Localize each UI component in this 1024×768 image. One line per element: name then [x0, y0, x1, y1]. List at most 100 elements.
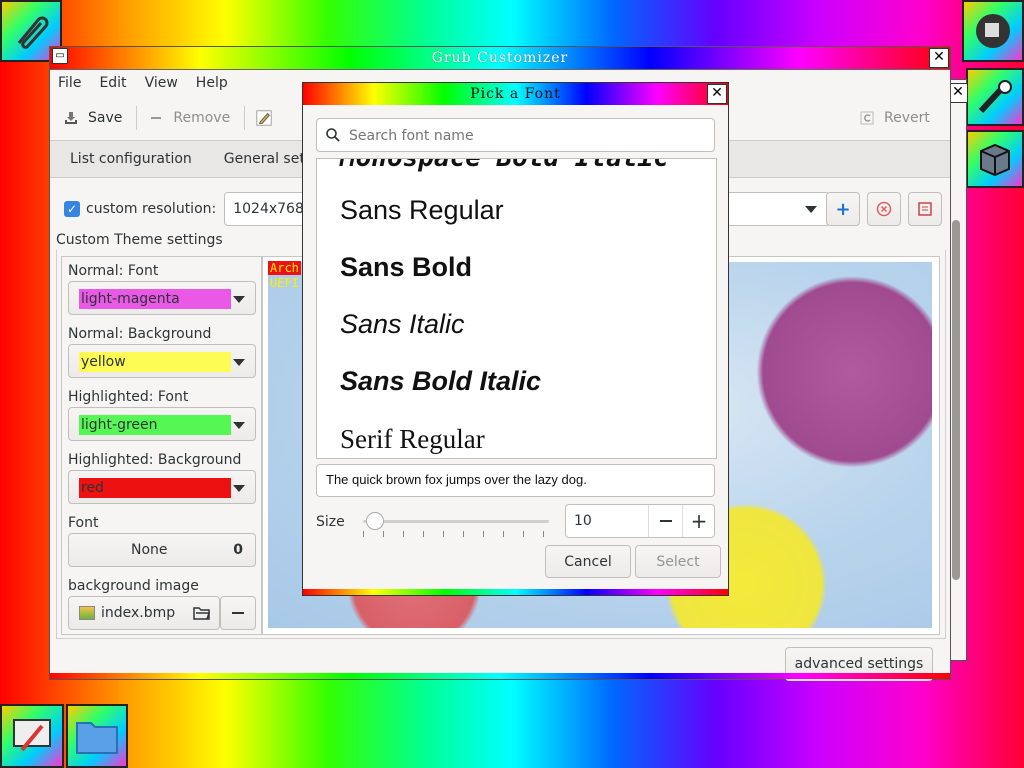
resolution-value: 1024x768 [233, 201, 304, 217]
remove-file-button[interactable] [908, 192, 942, 226]
font-button-value: None [131, 542, 168, 558]
highlighted-background-label: Highlighted: Background [68, 452, 242, 468]
font-preview-text: The quick brown fox jumps over the lazy … [326, 472, 587, 487]
font-button[interactable]: None 0 [68, 533, 256, 567]
size-value: 10 [574, 513, 592, 529]
paperclip-icon [17, 16, 49, 49]
theme-settings-panel: Normal: Font light-magenta Normal: Backg… [61, 256, 262, 635]
tab-list-configuration[interactable]: List configuration [70, 151, 192, 167]
minus-icon [232, 612, 244, 614]
font-item-sans-italic[interactable]: Sans Italic [340, 309, 465, 340]
font-search-field[interactable] [316, 118, 715, 152]
minus-icon [660, 520, 672, 522]
tab-general-settings[interactable]: General setti [224, 151, 314, 167]
normal-font-label: Normal: Font [68, 263, 159, 279]
font-item-sans-regular[interactable]: Sans Regular [340, 195, 504, 226]
normal-font-value: light-magenta [79, 289, 231, 309]
normal-background-label: Normal: Background [68, 326, 212, 342]
slider-knob[interactable] [366, 512, 384, 530]
preview-entry-1: Arch [268, 261, 301, 275]
revert-label: Revert [884, 110, 930, 126]
custom-resolution-checkbox[interactable]: ✓ [64, 201, 80, 217]
minus-icon [147, 109, 165, 127]
remove-circle-icon [876, 201, 892, 217]
close-icon[interactable]: ✕ [707, 84, 727, 104]
pencil-icon [255, 109, 273, 127]
edit-button[interactable] [255, 109, 281, 127]
desktop-icon-disk[interactable] [962, 0, 1024, 62]
window-title: Grub Customizer [431, 50, 569, 66]
highlighted-font-value: light-green [79, 415, 231, 435]
package-icon [980, 143, 1010, 177]
size-label: Size [316, 514, 345, 530]
select-button[interactable]: Select [635, 545, 721, 578]
save-button[interactable]: Save [62, 109, 122, 127]
remove-file-icon [918, 202, 932, 216]
toolbar-separator [244, 106, 246, 130]
font-preview-entry[interactable]: The quick brown fox jumps over the lazy … [316, 464, 715, 497]
dialog-title: Pick a Font [470, 86, 561, 102]
size-spinbutton[interactable]: 10 + [565, 504, 715, 538]
size-increment-button[interactable]: + [682, 505, 715, 537]
remove-button[interactable]: Remove [147, 109, 230, 127]
chevron-down-icon [233, 485, 245, 492]
highlighted-font-combo[interactable]: light-green [68, 407, 256, 441]
normal-background-value: yellow [79, 352, 231, 372]
folder-icon [76, 722, 118, 754]
chevron-down-icon [233, 359, 245, 366]
cancel-button[interactable]: Cancel [545, 545, 631, 578]
normal-font-combo[interactable]: light-magenta [68, 281, 256, 315]
font-item-serif-regular[interactable]: Serif Regular [340, 424, 485, 455]
background-image-chooser[interactable]: index.bmp [68, 596, 220, 630]
remove-label: Remove [173, 110, 231, 126]
desktop-icon-package[interactable] [966, 130, 1024, 188]
font-item-monospace-bold-italic[interactable]: Monospace Bold Italic [340, 159, 669, 173]
normal-background-combo[interactable]: yellow [68, 344, 256, 378]
highlighted-background-value: red [79, 478, 231, 498]
close-icon[interactable]: ✕ [929, 48, 949, 68]
desktop-icon-folder[interactable] [66, 704, 128, 768]
close-icon[interactable]: ✕ [948, 83, 968, 103]
preview-entry-2: UEFI [270, 276, 299, 290]
size-decrement-button[interactable] [648, 505, 683, 537]
slider-ticks [363, 531, 549, 537]
desktop-icon-tools[interactable] [966, 68, 1024, 126]
font-button-size: 0 [233, 542, 243, 558]
image-file-icon [79, 606, 95, 620]
font-item-sans-bold-italic[interactable]: Sans Bold Italic [340, 366, 541, 397]
custom-resolution-label: custom resolution: [86, 201, 217, 217]
font-search-input[interactable] [347, 125, 711, 147]
chevron-down-icon [805, 206, 818, 213]
save-icon [62, 109, 80, 127]
menu-file[interactable]: File [58, 75, 81, 91]
dialog-bottom-border [303, 589, 728, 595]
menu-edit[interactable]: Edit [99, 75, 126, 91]
font-label: Font [68, 515, 99, 531]
scrollbar[interactable] [952, 220, 960, 580]
dialog-titlebar[interactable]: Pick a Font ✕ [303, 83, 728, 105]
size-slider[interactable] [361, 509, 551, 537]
highlighted-background-combo[interactable]: red [68, 470, 256, 504]
add-button[interactable]: + [826, 192, 860, 226]
remove-image-button[interactable] [220, 596, 256, 630]
select-label: Select [656, 553, 700, 570]
desktop-icon-settings[interactable] [0, 704, 64, 768]
advanced-settings-label: advanced settings [794, 656, 924, 672]
folder-open-icon [193, 605, 211, 625]
font-list[interactable]: Monospace Bold Italic Sans Regular Sans … [316, 158, 717, 459]
main-titlebar[interactable]: ▭ Grub Customizer ✕ [50, 47, 950, 70]
revert-button[interactable]: Revert [858, 109, 930, 127]
font-item-sans-bold[interactable]: Sans Bold [340, 252, 472, 283]
theme-frame-label: Custom Theme settings [56, 232, 223, 248]
background-image-value: index.bmp [101, 605, 176, 621]
menu-help[interactable]: Help [196, 75, 228, 91]
plus-icon: + [690, 509, 708, 533]
main-bottom-border [50, 673, 950, 679]
menu-view[interactable]: View [145, 75, 178, 91]
revert-icon [858, 109, 876, 127]
toolbar-separator [136, 106, 138, 130]
remove-entry-button[interactable] [867, 192, 901, 226]
wrench-icon [978, 80, 1012, 114]
pick-a-font-dialog: Pick a Font ✕ Monospace Bold Italic Sans… [303, 83, 728, 595]
save-label: Save [88, 110, 123, 126]
